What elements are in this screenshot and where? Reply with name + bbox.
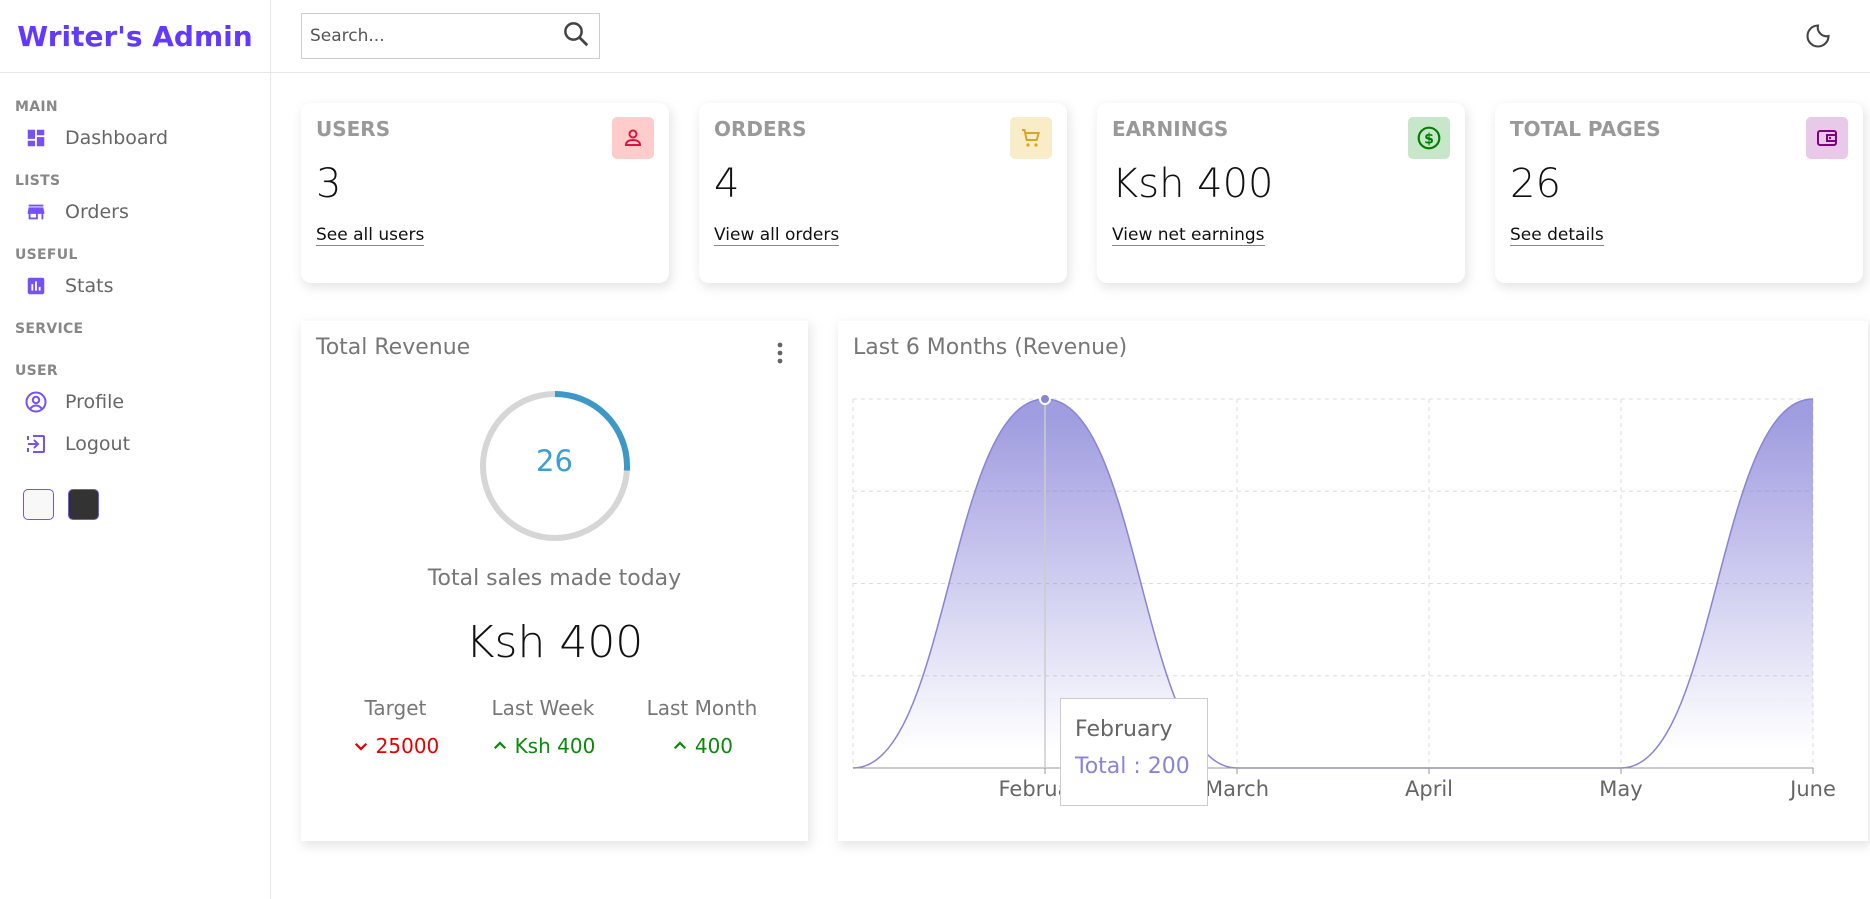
progress-value: 26 [536,444,573,478]
summary-result: 25000 [352,734,440,758]
x-tick-label: April [1405,777,1453,801]
sidebar-item-label: Dashboard [65,127,169,149]
section-lists: LISTS [15,173,61,189]
topbar [271,0,1870,73]
area-chart: February March April May June [852,393,1836,801]
sidebar-item-label: Orders [65,201,129,223]
bar-chart-icon [24,274,48,298]
search-input[interactable] [310,26,561,46]
person-icon [612,117,654,159]
total-revenue-card: Total Revenue 26 Total sales made today … [301,321,808,841]
sidebar-item-logout[interactable]: Logout [0,423,270,465]
widget-title: EARNINGS [1112,117,1229,141]
search-icon[interactable] [561,19,591,53]
wallet-icon [1806,117,1848,159]
progress-ring: 26 [477,388,633,544]
x-tick-label: June [1788,777,1836,801]
logout-icon [24,432,48,456]
tooltip-value: Total : 200 [1075,754,1190,779]
cart-icon [1010,117,1052,159]
main-content: USERS 3 See all users ORDERS 4 View all … [271,0,1870,899]
svg-text:$: $ [1424,131,1434,147]
summary-value: 400 [694,734,734,758]
section-service: SERVICE [15,321,84,337]
summary-row: Target 25000 Last Week Ksh 400 Last Mont… [316,696,793,758]
sales-caption: Total sales made today [427,566,682,591]
dollar-icon: $ [1408,117,1450,159]
more-vert-icon[interactable] [776,341,784,365]
sidebar-item-stats[interactable]: Stats [0,265,270,307]
chevron-up-icon [493,741,506,750]
widget-users: USERS 3 See all users [301,103,669,283]
widgets-row: USERS 3 See all users ORDERS 4 View all … [271,73,1870,283]
store-icon [24,200,48,224]
search-box [301,13,600,59]
widget-title: TOTAL PAGES [1510,117,1661,141]
active-dot [1039,393,1051,405]
sidebar-item-label: Stats [65,275,114,297]
summary-last-month: Last Month 400 [647,696,758,758]
dark-mode-toggle-icon[interactable] [1804,22,1832,50]
sidebar-item-profile[interactable]: Profile [0,381,270,423]
theme-color-options [0,489,270,520]
widget-link[interactable]: See all users [316,225,425,246]
sales-amount: Ksh 400 [465,617,644,668]
dashboard-icon [24,126,48,150]
widget-value: 3 [316,161,342,207]
widget-value: 26 [1510,161,1561,207]
widget-value: Ksh 400 [1112,161,1274,207]
section-main: MAIN [15,99,58,115]
x-tick-label: May [1599,777,1642,801]
logo-bar: Writer's Admin [0,0,270,73]
widget-link[interactable]: View net earnings [1112,225,1265,246]
summary-result: Ksh 400 [491,734,596,758]
widget-link[interactable]: View all orders [714,225,840,246]
widget-total-pages: TOTAL PAGES 26 See details [1495,103,1863,283]
chart-tooltip: February Total : 200 [1060,698,1208,806]
logo[interactable]: Writer's Admin [17,20,252,53]
charts-row: Total Revenue 26 Total sales made today … [271,283,1870,841]
x-tick-label: March [1205,777,1269,801]
widget-link[interactable]: See details [1510,225,1604,246]
sidebar-item-label: Logout [65,433,131,455]
light-mode-swatch[interactable] [23,489,54,520]
widget-earnings: EARNINGS Ksh 400 View net earnings $ [1097,103,1465,283]
summary-value: 25000 [375,734,440,758]
summary-title: Target [364,696,427,720]
summary-title: Last Month [646,696,758,720]
sidebar: Writer's Admin MAIN Dashboard LISTS Orde… [0,0,271,899]
section-user: USER [15,363,58,379]
section-useful: USEFUL [15,247,78,263]
summary-value: Ksh 400 [514,734,596,758]
widget-title: USERS [316,117,391,141]
card-title: Total Revenue [316,335,471,360]
revenue-chart-card: Last 6 Months (Revenue) February March Apr… [838,321,1868,841]
account-circle-icon [24,390,48,414]
summary-title: Last Week [491,696,595,720]
chevron-up-icon [673,741,686,750]
dark-mode-swatch[interactable] [68,489,99,520]
sidebar-item-dashboard[interactable]: Dashboard [0,117,270,159]
chevron-down-icon [354,742,367,751]
summary-result: 400 [647,734,758,758]
widget-title: ORDERS [714,117,807,141]
widget-orders: ORDERS 4 View all orders [699,103,1067,283]
widget-value: 4 [714,161,740,207]
summary-last-week: Last Week Ksh 400 [491,696,596,758]
summary-target: Target 25000 [352,696,440,758]
sidebar-item-orders[interactable]: Orders [0,191,270,233]
sidebar-item-label: Profile [65,391,125,413]
tooltip-label: February [1075,717,1173,742]
